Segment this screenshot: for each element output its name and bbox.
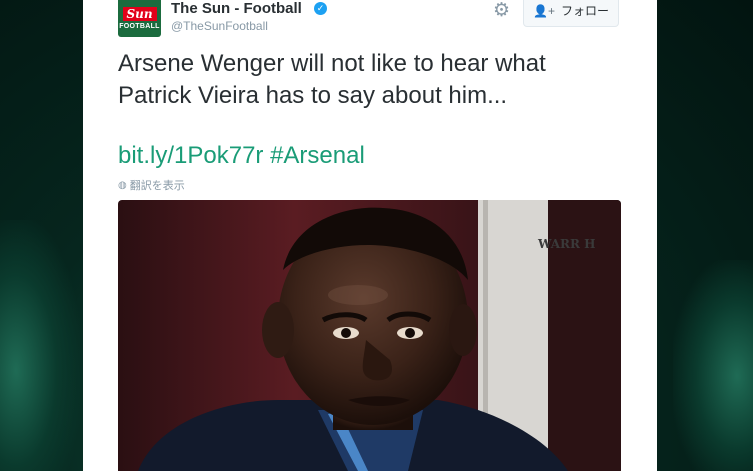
background-figure-left [0,220,80,471]
photo-image: WARR H [118,200,621,471]
tweet-card: Sun FOOTBALL The Sun - Football ✓ @TheSu… [83,0,657,471]
translate-link[interactable]: ◍ 翻訳を表示 [118,177,185,193]
hashtag-link[interactable]: #Arsenal [270,142,365,169]
tweet-link[interactable]: bit.ly/1Pok77r [118,142,263,169]
follow-user-icon: 👤+ [533,3,555,18]
sign-letters: WARR H [537,237,595,251]
translate-label: 翻訳を表示 [129,180,185,192]
background-figure-right [673,260,753,471]
avatar[interactable]: Sun FOOTBALL [118,0,161,37]
avatar-brand: Sun [122,7,157,21]
sign-text: WARR H [537,237,595,251]
follow-label: フォロー [560,4,609,18]
author-name[interactable]: The Sun - Football [171,0,302,17]
globe-icon: ◍ [118,179,127,191]
author-handle[interactable]: @TheSunFootball [171,19,268,33]
tweet-photo[interactable]: WARR H [118,200,621,471]
tweet-links: bit.ly/1Pok77r #Arsenal [118,140,365,172]
follow-button[interactable]: 👤+ フォロー [523,0,619,27]
tweet-text: Arsene Wenger will not like to hear what… [118,50,546,109]
gear-icon[interactable]: ⚙ [493,0,510,22]
avatar-sub: FOOTBALL [119,23,160,30]
verified-icon: ✓ [314,2,327,15]
